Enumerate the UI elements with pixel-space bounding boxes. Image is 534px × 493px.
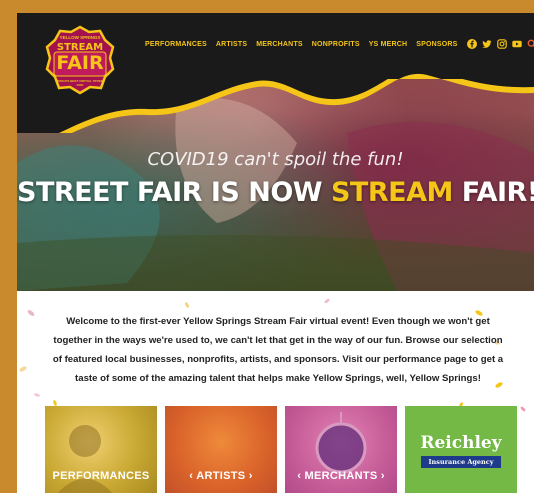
hero-title-accent: STREAM bbox=[330, 177, 453, 208]
hero-title: STREET FAIR IS NOW STREAM FAIR! bbox=[17, 177, 534, 208]
nav-performances[interactable]: PERFORMANCES bbox=[145, 41, 207, 48]
youtube-icon[interactable] bbox=[511, 39, 522, 49]
intro-text: Welcome to the first-ever Yellow Springs… bbox=[52, 316, 504, 384]
hero-title-part2: FAIR! bbox=[452, 177, 534, 208]
hero-subtitle: COVID19 can't spoil the fun! bbox=[147, 149, 404, 170]
performances-tile[interactable]: PERFORMANCES bbox=[45, 406, 157, 493]
twitter-icon[interactable] bbox=[481, 39, 492, 49]
logo-line2: FAIR bbox=[56, 52, 104, 74]
reichley-logo-title: Reichley bbox=[420, 433, 502, 453]
search-icon[interactable] bbox=[527, 39, 534, 49]
artists-tile-label: ‹ ARTISTS › bbox=[189, 470, 253, 482]
logo-bottom-text: WORLD'S BEST VIRTUAL STREET FAIR bbox=[55, 79, 105, 87]
main-nav: PERFORMANCES ARTISTS MERCHANTS NONPROFIT… bbox=[145, 39, 534, 49]
page: YELLOW SPRINGS STREAM FAIR WORLD'S BEST … bbox=[17, 13, 534, 493]
nav-sponsors[interactable]: SPONSORS bbox=[416, 41, 457, 48]
social-links bbox=[466, 39, 534, 49]
nav-nonprofits[interactable]: NONPROFITS bbox=[312, 41, 360, 48]
merchants-tile[interactable]: ‹ MERCHANTS › bbox=[285, 406, 397, 493]
artists-tile[interactable]: ‹ ARTISTS › bbox=[165, 406, 277, 493]
hero-title-part1: STREET FAIR IS NOW bbox=[17, 177, 331, 208]
nav-artists[interactable]: ARTISTS bbox=[216, 41, 247, 48]
performances-tile-label: PERFORMANCES bbox=[52, 470, 150, 482]
merchants-tile-label: ‹ MERCHANTS › bbox=[297, 470, 385, 482]
facebook-icon[interactable] bbox=[466, 39, 477, 49]
nav-ys-merch[interactable]: YS MERCH bbox=[369, 41, 408, 48]
logo-top-text: YELLOW SPRINGS bbox=[59, 35, 101, 40]
reichley-logo-subtitle: Insurance Agency bbox=[421, 456, 501, 468]
instagram-icon[interactable] bbox=[496, 39, 507, 49]
nav-merchants[interactable]: MERCHANTS bbox=[256, 41, 303, 48]
reichley-sponsor-tile[interactable]: Reichley Insurance Agency bbox=[405, 406, 517, 493]
hero-banner: YELLOW SPRINGS STREAM FAIR WORLD'S BEST … bbox=[17, 13, 534, 291]
